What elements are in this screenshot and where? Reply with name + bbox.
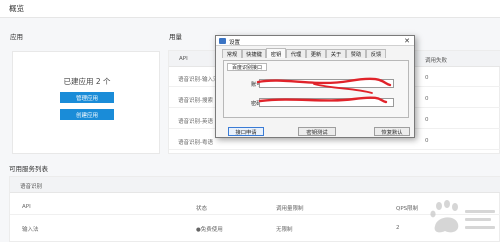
services-title: 可用服务列表	[9, 165, 48, 173]
tab-sponsor[interactable]: 赞助	[346, 49, 366, 58]
baidu-paw-watermark	[430, 200, 495, 233]
usage-row-value: 0	[425, 96, 429, 102]
usage-col-fail: 调用失败	[425, 58, 448, 64]
manage-apps-button[interactable]: 管理应用	[60, 92, 114, 103]
baidu-api-group-tab[interactable]: 百度识别接口	[227, 63, 267, 71]
tab-feedback[interactable]: 反馈	[366, 49, 386, 58]
settings-app-icon	[219, 38, 226, 44]
services-group-label: 语音识别	[20, 184, 43, 190]
restore-default-button[interactable]: 恢复默认	[374, 127, 410, 136]
tab-hotkeys[interactable]: 快捷键	[242, 49, 266, 58]
page-title: 概览	[0, 0, 500, 18]
app-count-text: 已建应用 2 个	[63, 77, 111, 86]
usage-section-label: 用量	[169, 33, 182, 41]
apps-card: 已建应用 2 个 管理应用 创建应用	[12, 51, 160, 154]
dialog-titlebar[interactable]: 设置 ✕	[216, 36, 414, 46]
settings-dialog: 设置 ✕ 常规 快捷键 密钥 代理 更新 关于 赞助 反馈 百度识别接口 账号：…	[215, 35, 415, 138]
api-apply-button[interactable]: 接口申请	[228, 127, 264, 136]
usage-row-label: 语音识别-英语	[178, 119, 213, 125]
tab-proxy[interactable]: 代理	[286, 49, 306, 58]
secret-key-input[interactable]	[259, 98, 394, 107]
usage-row-label: 语音识别-输入法	[178, 77, 219, 83]
create-app-button[interactable]: 创建应用	[60, 109, 114, 120]
tab-update[interactable]: 更新	[306, 49, 326, 58]
usage-row-value: 0	[425, 138, 429, 144]
service-status: ●免费使用	[196, 227, 223, 233]
service-api-name: 输入法	[22, 227, 39, 233]
usage-row-value: 0	[425, 117, 429, 123]
api-key-input[interactable]	[259, 79, 394, 88]
usage-row-label: 语音识别-搜索	[178, 98, 213, 104]
service-limit: 无限制	[276, 227, 293, 233]
close-icon[interactable]: ✕	[404, 36, 410, 46]
tab-general[interactable]: 常规	[222, 49, 242, 58]
services-col-status: 状态	[196, 206, 208, 212]
key-test-button[interactable]: 密钥测试	[298, 127, 336, 136]
usage-row-label: 语音识别-粤语	[178, 140, 213, 146]
usage-col-api: API	[179, 56, 188, 62]
tab-about[interactable]: 关于	[326, 49, 346, 58]
settings-tabbar: 常规 快捷键 密钥 代理 更新 关于 赞助 反馈	[222, 48, 410, 58]
apps-section-label: 应用	[10, 33, 23, 41]
services-group-header[interactable]: 语音识别	[10, 177, 500, 193]
usage-row-value: 0	[425, 75, 429, 81]
dialog-title: 设置	[229, 39, 241, 46]
services-col-qps: QPS限制	[396, 206, 419, 212]
tab-keys[interactable]: 密钥	[266, 48, 286, 58]
services-col-api: API	[22, 204, 31, 210]
service-qps: 2	[396, 225, 400, 231]
baidu-api-group: 百度识别接口 账号： 密码：	[223, 60, 409, 118]
services-col-limit: 调用量限制	[276, 206, 304, 212]
